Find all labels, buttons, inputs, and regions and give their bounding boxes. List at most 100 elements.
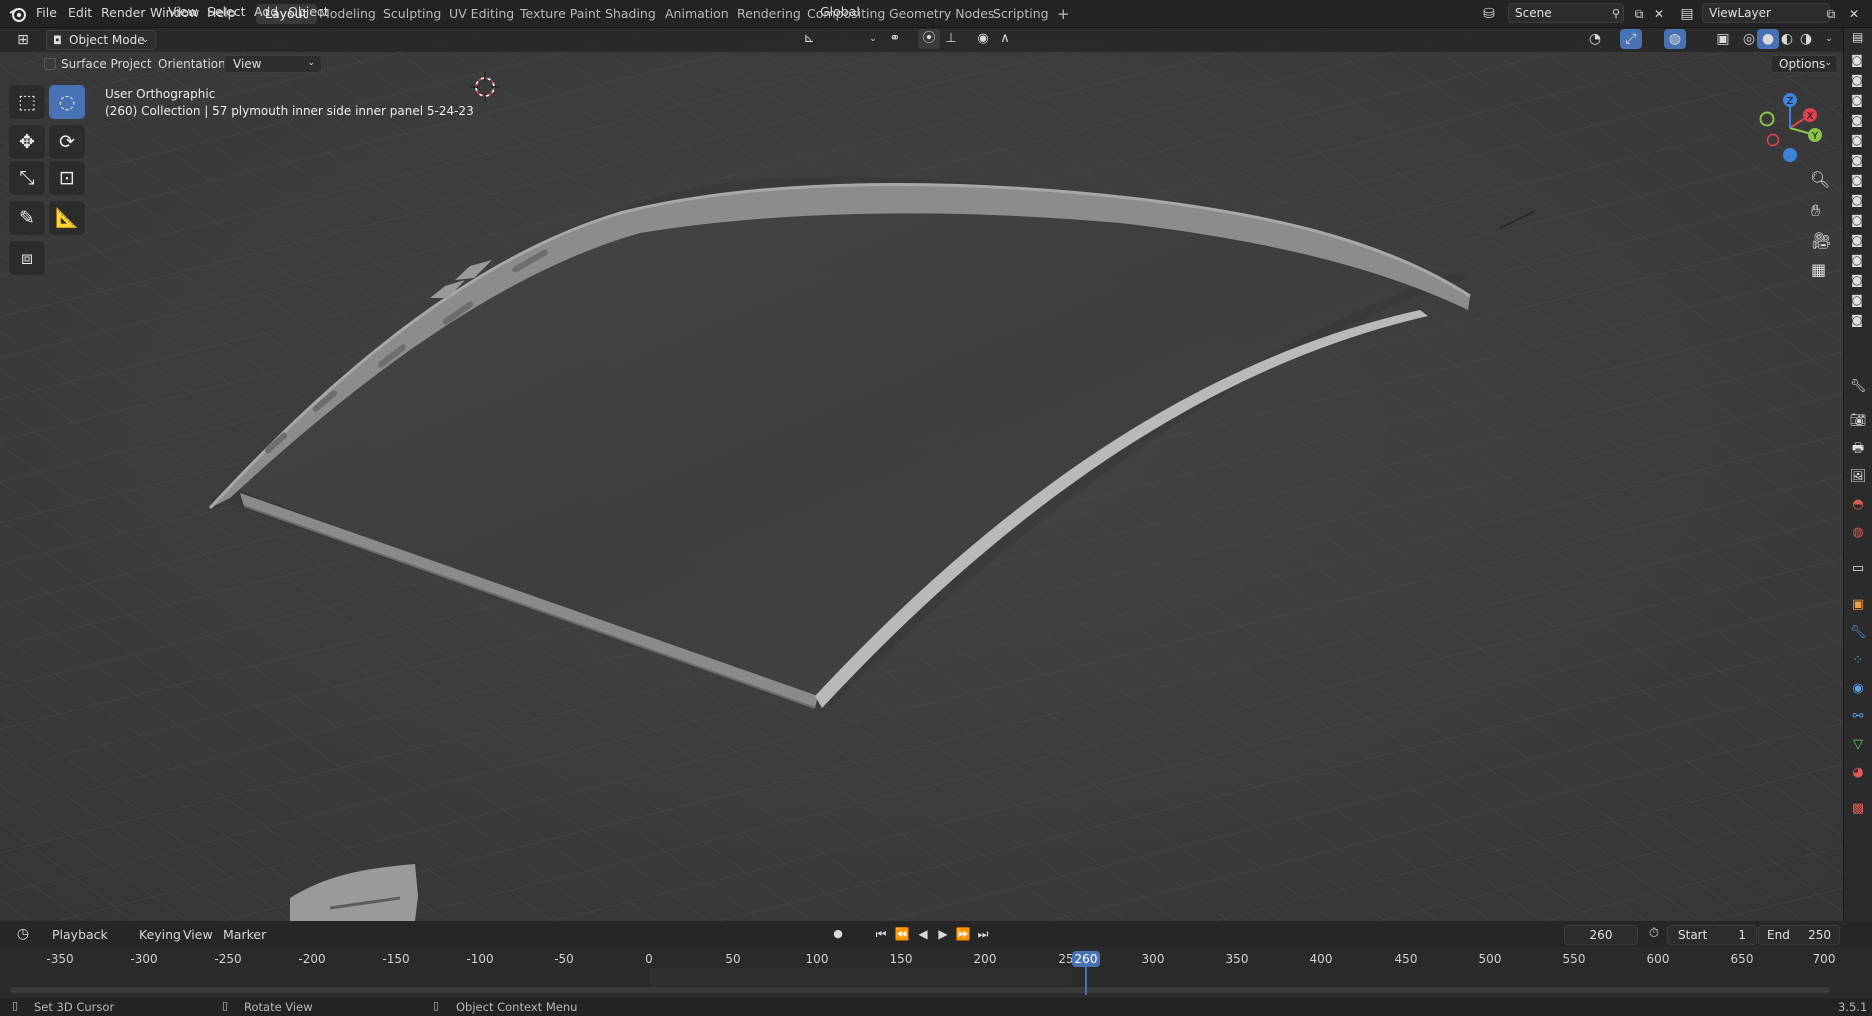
pivot-point-icon[interactable]: ⚭ bbox=[884, 29, 906, 49]
new-scene-icon[interactable]: ⧉ bbox=[1628, 4, 1650, 24]
camera-icon[interactable]: ◙ bbox=[1849, 252, 1865, 268]
menu-file[interactable]: File bbox=[36, 5, 57, 20]
camera-view-icon[interactable]: 🎥︎ bbox=[1811, 231, 1831, 250]
close-scene-icon[interactable]: ✕ bbox=[1648, 4, 1670, 24]
camera-icon[interactable]: ◙ bbox=[1849, 192, 1865, 208]
add-workspace-button[interactable]: + bbox=[1048, 4, 1079, 24]
tab-scripting[interactable]: Scripting bbox=[984, 4, 1058, 24]
annotate-tool[interactable]: ✎ bbox=[9, 201, 45, 235]
3d-viewport[interactable] bbox=[0, 28, 1843, 921]
blender-logo-icon[interactable] bbox=[9, 5, 27, 23]
rendered-shading-icon[interactable]: ◑ bbox=[1795, 29, 1817, 49]
camera-icon[interactable]: ◙ bbox=[1849, 52, 1865, 68]
camera-icon[interactable]: ◙ bbox=[1849, 212, 1865, 228]
camera-icon[interactable]: ◙ bbox=[1849, 232, 1865, 248]
menu-playback[interactable]: Playback bbox=[52, 927, 108, 942]
camera-icon[interactable]: ◙ bbox=[1849, 92, 1865, 108]
transform-orientation-dropdown[interactable]: Global bbox=[820, 4, 860, 19]
texture-properties-icon[interactable]: ▩ bbox=[1848, 798, 1868, 820]
view-layer-name-field[interactable]: ViewLayer bbox=[1702, 3, 1830, 23]
end-frame-field[interactable]: End 250 bbox=[1758, 925, 1840, 945]
menu-view[interactable]: View bbox=[168, 4, 198, 19]
rotate-tool[interactable]: ⟳ bbox=[49, 125, 85, 159]
menu-edit[interactable]: Edit bbox=[68, 5, 92, 20]
snap-target-icon[interactable]: ⊥ bbox=[940, 29, 962, 49]
camera-icon[interactable]: ◙ bbox=[1849, 172, 1865, 188]
tab-texture-paint[interactable]: Texture Paint bbox=[511, 4, 610, 24]
playhead-handle[interactable]: 260 bbox=[1072, 951, 1100, 967]
start-frame-field[interactable]: Start 1 bbox=[1667, 925, 1757, 945]
material-properties-icon[interactable]: ◕ bbox=[1848, 762, 1868, 784]
pan-hand-icon[interactable]: ✋︎ bbox=[1811, 201, 1820, 221]
chevron-down-icon[interactable]: ⌄ bbox=[862, 29, 884, 49]
timeline-editor-type-icon[interactable]: ◷ bbox=[12, 924, 34, 944]
select-box-tool[interactable]: ⬚ bbox=[9, 85, 45, 119]
output-properties-icon[interactable]: 🖶︎ bbox=[1848, 438, 1868, 460]
jump-end-icon[interactable]: ⏭ bbox=[972, 924, 994, 944]
menu-timeline-view[interactable]: View bbox=[183, 927, 213, 942]
camera-icon[interactable]: ◙ bbox=[1849, 72, 1865, 88]
timeline-scrollbar[interactable] bbox=[10, 987, 1830, 993]
pin-icon[interactable]: ⚲ bbox=[1605, 4, 1627, 24]
mode-dropdown[interactable]: Object Mode ◘ ⌄ bbox=[46, 30, 156, 50]
camera-icon[interactable]: ◙ bbox=[1849, 312, 1865, 328]
options-dropdown[interactable]: Options ⌄ bbox=[1770, 55, 1838, 73]
play-icon[interactable]: ▶ bbox=[932, 924, 954, 944]
3d-cursor-icon[interactable] bbox=[470, 72, 500, 102]
jump-keyframe-forward-icon[interactable]: ⏩ bbox=[952, 924, 974, 944]
move-tool[interactable]: ✥ bbox=[9, 125, 45, 159]
transform-tool[interactable]: ⊡ bbox=[49, 161, 85, 195]
add-cube-tool[interactable]: ⧈ bbox=[9, 241, 45, 275]
camera-icon[interactable]: ◙ bbox=[1849, 292, 1865, 308]
data-properties-icon[interactable]: ▽ bbox=[1848, 734, 1868, 756]
tab-shading[interactable]: Shading bbox=[596, 4, 665, 24]
perspective-grid-icon[interactable]: ▦ bbox=[1811, 260, 1826, 279]
measure-tool[interactable]: 📐 bbox=[49, 201, 85, 235]
tool-properties-icon[interactable]: 🔧︎ bbox=[1848, 376, 1868, 398]
navigation-gizmo[interactable]: Z X Y bbox=[1745, 88, 1835, 168]
select-circle-tool[interactable]: ◌ bbox=[49, 85, 85, 119]
tab-animation[interactable]: Animation bbox=[656, 4, 738, 24]
outliner-toggle-icon[interactable]: ▤ bbox=[1852, 30, 1863, 44]
tab-sculpting[interactable]: Sculpting bbox=[374, 4, 450, 24]
play-reverse-icon[interactable]: ◀ bbox=[912, 924, 934, 944]
menu-select[interactable]: Select bbox=[207, 4, 246, 19]
preview-range-icon[interactable]: ⏱ bbox=[1643, 924, 1665, 944]
menu-object[interactable]: Object bbox=[288, 4, 329, 19]
view-layer-browse-icon[interactable]: ▤ bbox=[1676, 4, 1698, 24]
overlays-icon[interactable]: ◍ bbox=[1664, 29, 1686, 49]
camera-icon[interactable]: ◙ bbox=[1849, 152, 1865, 168]
camera-icon[interactable]: ◙ bbox=[1849, 112, 1865, 128]
jump-keyframe-back-icon[interactable]: ⏪ bbox=[891, 924, 913, 944]
particles-properties-icon[interactable]: ⁘ bbox=[1848, 650, 1868, 672]
gizmos-icon[interactable]: ⤢ bbox=[1620, 29, 1642, 49]
camera-icon[interactable]: ◙ bbox=[1849, 132, 1865, 148]
object-properties-icon[interactable]: ▣ bbox=[1848, 594, 1868, 616]
visibility-icon[interactable]: ◔ bbox=[1584, 29, 1606, 49]
orientation-dropdown[interactable]: View ⌄ bbox=[224, 55, 322, 73]
snap-icon[interactable]: ⦿ bbox=[918, 29, 940, 49]
jump-start-icon[interactable]: ⏮ bbox=[870, 924, 892, 944]
current-frame-field[interactable]: 260 bbox=[1564, 925, 1638, 945]
menu-add[interactable]: Add bbox=[254, 4, 278, 19]
menu-marker[interactable]: Marker bbox=[223, 927, 266, 942]
physics-properties-icon[interactable]: ◉ bbox=[1848, 678, 1868, 700]
editor-type-icon[interactable]: ⊞ bbox=[12, 30, 34, 50]
proportional-editing-icon[interactable]: ◉ bbox=[972, 29, 994, 49]
new-view-layer-icon[interactable]: ⧉ bbox=[1820, 4, 1842, 24]
view-layer-properties-icon[interactable]: 🖼︎ bbox=[1848, 466, 1868, 488]
menu-keying[interactable]: Keying bbox=[139, 927, 181, 942]
close-view-layer-icon[interactable]: ✕ bbox=[1843, 4, 1865, 24]
menu-render[interactable]: Render bbox=[101, 5, 146, 20]
world-properties-icon[interactable]: ◍ bbox=[1848, 522, 1868, 544]
surface-project-checkbox[interactable] bbox=[44, 58, 56, 70]
scene-browse-icon[interactable]: ⛁ bbox=[1478, 4, 1500, 24]
falloff-icon[interactable]: ∧ bbox=[994, 29, 1016, 49]
constraints-properties-icon[interactable]: ⚯ bbox=[1848, 706, 1868, 728]
zoom-icon[interactable]: 🔍︎ bbox=[1810, 170, 1830, 189]
scale-tool[interactable]: ⤡ bbox=[9, 161, 45, 195]
modifier-properties-icon[interactable]: 🔧︎ bbox=[1848, 622, 1868, 644]
collection-properties-icon[interactable]: ▭ bbox=[1848, 558, 1868, 580]
camera-icon[interactable]: ◙ bbox=[1849, 272, 1865, 288]
scene-properties-icon[interactable]: ◓ bbox=[1848, 494, 1868, 516]
